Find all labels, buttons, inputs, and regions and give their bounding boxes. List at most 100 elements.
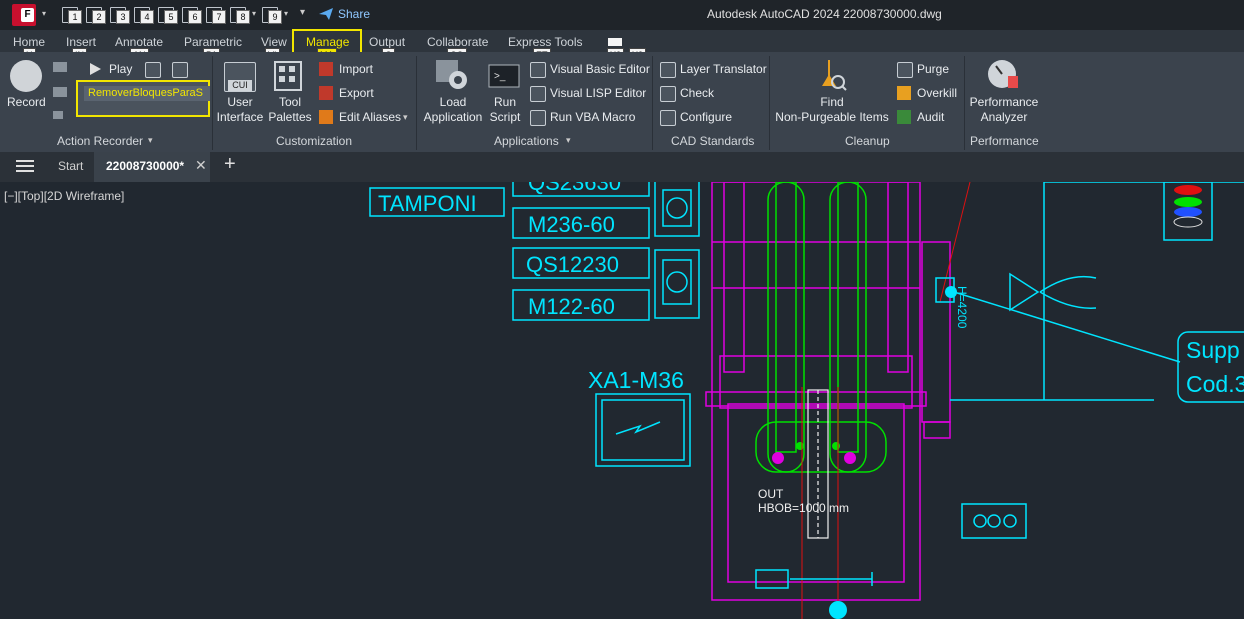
redo-dropdown-icon[interactable]: ▾	[284, 9, 288, 18]
performance-analyzer-button[interactable]: Performance Analyzer	[966, 95, 1042, 125]
import-button[interactable]: Import	[339, 62, 373, 76]
qat-keytip-5: 5	[164, 10, 178, 24]
configure-button[interactable]: Configure	[680, 110, 732, 124]
cad-drawing: QS23630 TAMPONI M236-60 QS12230 M122-60 …	[369, 182, 1244, 619]
close-tab-icon[interactable]: ✕	[195, 157, 207, 174]
window-title: Autodesk AutoCAD 2024 22008730000.dwg	[707, 7, 942, 21]
purge-icon[interactable]	[897, 62, 913, 78]
panel-title-customization: Customization	[276, 134, 353, 148]
tab-home[interactable]: Home	[13, 35, 45, 49]
visual-lisp-editor-button[interactable]: Visual LISP Editor	[550, 86, 646, 100]
supp-text: Supp	[1186, 337, 1240, 363]
import-icon[interactable]	[319, 62, 333, 76]
find-non-purgeable-label-1: Find	[820, 95, 844, 109]
visual-basic-editor-icon[interactable]	[530, 62, 546, 78]
ribbon-minimize-icon[interactable]	[608, 38, 622, 46]
tab-annotate[interactable]: Annotate	[115, 35, 163, 49]
audit-icon[interactable]	[897, 110, 911, 124]
find-non-purgeable-button[interactable]: Find Non-Purgeable Items	[774, 95, 890, 125]
tab-express-tools[interactable]: Express Tools	[508, 35, 582, 49]
manage-action-macros-icon[interactable]	[172, 62, 188, 78]
chain-conveyors	[755, 182, 887, 473]
qs12230-text: QS12230	[526, 252, 619, 277]
tab-collaborate[interactable]: Collaborate	[427, 35, 488, 49]
panel-divider	[416, 56, 417, 150]
check-button[interactable]: Check	[680, 86, 714, 100]
find-non-purgeable-label-2: Non-Purgeable Items	[775, 110, 889, 124]
overkill-button[interactable]: Overkill	[917, 86, 957, 100]
document-tab-label: 22008730000*	[106, 159, 185, 173]
tab-view[interactable]: View	[261, 35, 287, 49]
annotation-icon[interactable]	[52, 61, 68, 75]
panel-title-action-recorder[interactable]: Action Recorder	[57, 134, 143, 148]
share-button[interactable]: Share	[338, 7, 370, 21]
new-tab-icon[interactable]: +	[224, 153, 236, 176]
panel-title-cad-standards: CAD Standards	[671, 134, 755, 148]
play-button[interactable]: Play	[109, 62, 132, 76]
run-script-icon[interactable]: >_	[488, 64, 520, 88]
find-non-purgeable-icon[interactable]	[816, 58, 848, 92]
tool-palettes-label-2: Palettes	[268, 110, 312, 124]
panel-divider	[964, 56, 965, 150]
action-recorder-expand-icon[interactable]: ▾	[148, 135, 153, 146]
tab-start[interactable]: Start	[58, 159, 83, 173]
tab-parametric[interactable]: Parametric	[184, 35, 242, 49]
run-script-label-1: Run	[493, 95, 516, 109]
svg-text:>_: >_	[494, 71, 506, 82]
qat-keytip-1: 1	[68, 10, 82, 24]
action-macro-dropdown[interactable]: RemoverBloquesParaS	[84, 86, 210, 101]
tamponi-text: TAMPONI	[378, 191, 477, 216]
axis-lines	[801, 182, 971, 619]
load-application-icon[interactable]	[434, 58, 470, 92]
run-script-button[interactable]: Run Script	[488, 95, 522, 125]
applications-expand-icon[interactable]: ▾	[566, 135, 571, 146]
audit-button[interactable]: Audit	[917, 110, 944, 124]
insert-message-icon[interactable]	[52, 108, 68, 122]
check-icon[interactable]	[660, 86, 676, 102]
overkill-icon[interactable]	[897, 86, 911, 100]
layer-translator-button[interactable]: Layer Translator	[680, 62, 767, 76]
configure-icon[interactable]	[660, 110, 676, 126]
export-icon[interactable]	[319, 86, 333, 100]
app-menu-chevron-icon[interactable]: ▾	[42, 9, 46, 18]
layer-translator-icon[interactable]	[660, 62, 676, 78]
qat-keytip-3: 3	[116, 10, 130, 24]
tab-insert[interactable]: Insert	[66, 35, 96, 49]
undo-dropdown-icon[interactable]: ▾	[252, 9, 256, 18]
edit-aliases-dropdown-icon[interactable]: ▾	[403, 112, 408, 123]
load-application-button[interactable]: Load Application	[420, 95, 486, 125]
user-interface-label-1: User	[227, 95, 253, 109]
preferences-icon[interactable]	[145, 62, 161, 78]
performance-analyzer-label-2: Analyzer	[980, 110, 1028, 124]
tool-palettes-button[interactable]: Tool Palettes	[266, 95, 314, 125]
export-button[interactable]: Export	[339, 86, 374, 100]
run-vba-macro-icon[interactable]	[530, 110, 546, 126]
performance-analyzer-icon[interactable]	[986, 58, 1020, 92]
record-icon[interactable]	[10, 60, 42, 92]
request-input-icon[interactable]	[52, 86, 68, 100]
edit-aliases-icon[interactable]	[319, 110, 333, 124]
purge-button[interactable]: Purge	[917, 62, 949, 76]
user-interface-button[interactable]: User Interface	[216, 95, 264, 125]
visual-lisp-editor-icon[interactable]	[530, 86, 546, 102]
device-symbols	[654, 182, 700, 319]
h4200-text: H=4200	[955, 286, 969, 329]
tool-palettes-icon[interactable]	[273, 60, 303, 92]
load-application-label-2: Application	[423, 110, 483, 124]
run-vba-macro-button[interactable]: Run VBA Macro	[550, 110, 635, 124]
record-button[interactable]: Record	[7, 95, 46, 110]
hamburger-menu-icon[interactable]	[16, 159, 34, 173]
tab-manage[interactable]: Manage	[306, 35, 349, 49]
visual-basic-editor-button[interactable]: Visual Basic Editor	[550, 62, 650, 76]
app-menu-button[interactable]: F	[12, 4, 36, 26]
tab-output[interactable]: Output	[369, 35, 405, 49]
qat-keytip-6: 6	[188, 10, 202, 24]
tool-palettes-label-1: Tool	[278, 95, 301, 109]
panel-divider	[652, 56, 653, 150]
edit-aliases-button[interactable]: Edit Aliases	[339, 110, 401, 124]
qat-keytip-4: 4	[140, 10, 154, 24]
panel-title-applications[interactable]: Applications	[494, 134, 559, 148]
qat-customize-icon[interactable]: ▾	[300, 7, 305, 18]
share-icon[interactable]	[318, 7, 334, 21]
play-icon[interactable]	[87, 61, 103, 77]
